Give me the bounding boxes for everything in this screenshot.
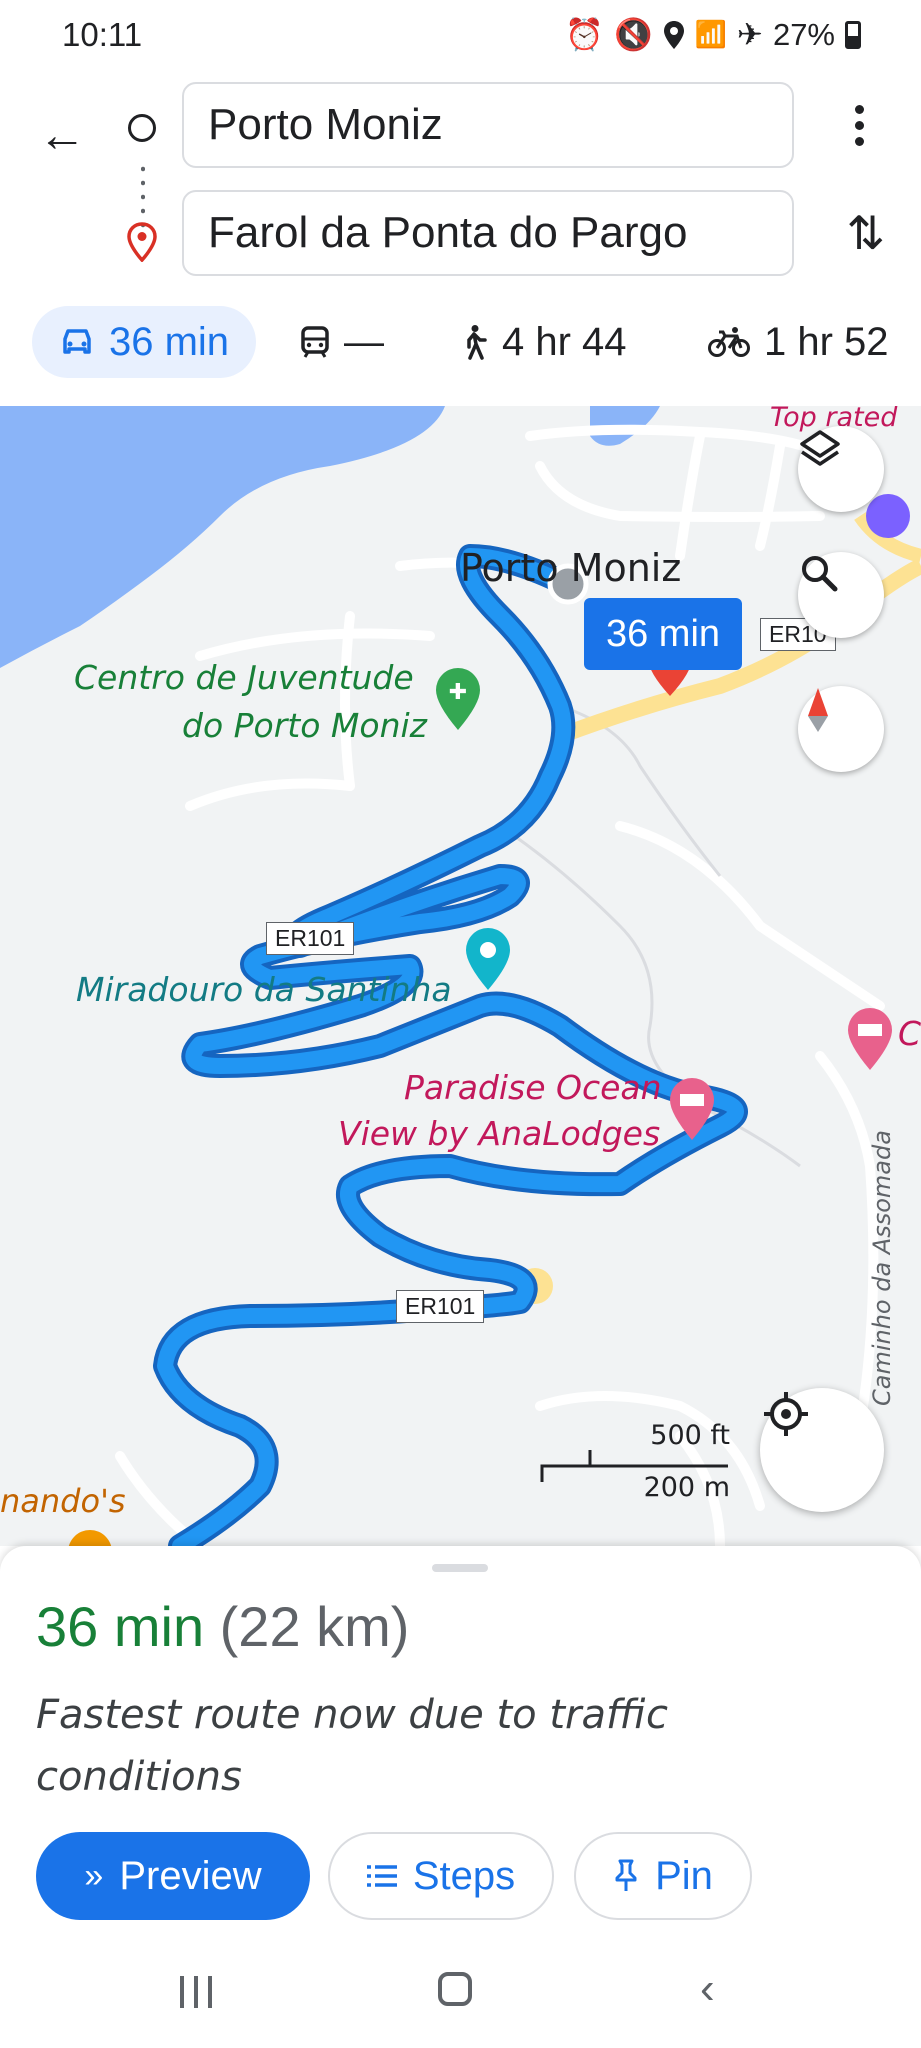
airplane-icon: ✈: [736, 16, 763, 52]
miradouro-poi-marker: [466, 928, 510, 990]
eta-time: 36 min: [36, 1595, 205, 1658]
centro-poi-marker: ✚: [436, 668, 480, 730]
my-location-icon: [764, 1392, 808, 1436]
road-shield-er101: ER101: [396, 1290, 485, 1323]
svg-text:✚: ✚: [449, 679, 467, 704]
compass-icon: [808, 688, 828, 732]
mode-walking-label: 4 hr 44: [502, 319, 627, 364]
route-eta: 36 min (22 km): [36, 1594, 409, 1659]
location-icon: [663, 20, 684, 49]
right-poi-label[interactable]: C: [898, 1014, 921, 1053]
directions-header: ← Porto Moniz Farol da Ponta do Pargo ⇅ …: [0, 72, 921, 412]
origin-input[interactable]: Porto Moniz: [182, 82, 794, 168]
car-icon: [63, 329, 91, 354]
mode-walking[interactable]: 4 hr 44: [460, 306, 627, 378]
mode-driving[interactable]: 36 min: [32, 306, 256, 378]
preview-chevrons-icon: »: [84, 1856, 104, 1895]
compass-button[interactable]: [798, 686, 884, 772]
list-icon: [366, 1865, 397, 1887]
paradise-ocean-label[interactable]: Paradise Ocean: [404, 1068, 662, 1107]
preview-label: Preview: [119, 1853, 262, 1898]
preview-button[interactable]: » Preview: [36, 1832, 310, 1920]
right-hotel-marker: [848, 1008, 892, 1070]
left-food-marker: [68, 1530, 112, 1546]
walk-icon: [467, 325, 487, 360]
battery-icon: [845, 20, 861, 49]
recent-apps-icon[interactable]: [180, 1976, 212, 2008]
search-icon: [802, 556, 838, 592]
paradise-ocean-label-2[interactable]: View by AnaLodges: [338, 1114, 660, 1153]
swap-directions-icon[interactable]: ⇅: [846, 206, 885, 260]
nav-back-icon[interactable]: ‹: [700, 1964, 715, 2014]
status-time: 10:11: [62, 16, 143, 53]
status-icons: ⏰ 🔇 📶 ✈ 27%: [565, 16, 861, 53]
mode-cycling-label: 1 hr 52: [764, 319, 889, 364]
more-options-icon[interactable]: [839, 98, 879, 168]
my-location-button[interactable]: [760, 1388, 884, 1512]
eta-distance: (22 km): [219, 1595, 410, 1658]
battery-percent: 27%: [772, 16, 835, 52]
centro-juventude-label[interactable]: Centro de Juventude: [74, 658, 414, 697]
sheet-drag-handle[interactable]: [432, 1564, 488, 1572]
mode-transit[interactable]: —: [300, 306, 384, 378]
alarm-icon: ⏰: [565, 17, 604, 52]
bike-icon: [708, 327, 750, 357]
destination-pin-icon: [127, 222, 157, 262]
steps-button[interactable]: Steps: [328, 1832, 554, 1920]
destination-input[interactable]: Farol da Ponta do Pargo: [182, 190, 794, 276]
mute-icon: 🔇: [613, 17, 653, 52]
layers-icon: [800, 430, 840, 466]
origin-circle-icon: [128, 114, 156, 142]
pin-button[interactable]: Pin: [574, 1832, 752, 1920]
gas-station-marker: [866, 494, 910, 538]
system-nav-bar: ‹: [0, 1936, 921, 2048]
mode-transit-label: —: [344, 319, 384, 364]
status-bar: 10:11 ⏰ 🔇 📶 ✈ 27%: [0, 0, 921, 72]
transit-icon: [301, 326, 329, 358]
travel-mode-tabs: 36 min — 4 hr 44 1 hr 52: [0, 306, 921, 402]
route-reason: Fastest route now due to traffic conditi…: [36, 1692, 668, 1800]
pin-icon: [615, 1859, 637, 1891]
map-scale: 500 ft 200 m: [540, 1420, 730, 1520]
mode-cycling[interactable]: 1 hr 52: [708, 306, 889, 378]
layers-button[interactable]: [798, 426, 884, 512]
pin-label: Pin: [655, 1853, 713, 1898]
home-icon[interactable]: [438, 1972, 472, 2006]
street-label: Caminho da Assomada: [868, 1130, 896, 1406]
porto-moniz-label[interactable]: Porto Moniz: [460, 546, 681, 590]
steps-label: Steps: [412, 1853, 516, 1898]
wifi-calling-icon: 📶: [694, 19, 727, 49]
road-shield-er101: ER101: [266, 922, 355, 955]
search-button[interactable]: [798, 552, 884, 638]
miradouro-label[interactable]: Miradouro da Santinha: [76, 970, 452, 1009]
left-edge-label[interactable]: nando's: [0, 1482, 126, 1520]
centro-juventude-label-2[interactable]: do Porto Moniz: [182, 706, 427, 745]
scale-meters: 200 m: [643, 1472, 730, 1503]
mode-driving-label: 36 min: [108, 319, 230, 364]
route-summary-sheet: 36 min (22 km) Fastest route now due to …: [0, 1546, 921, 1936]
route-duration-chip[interactable]: 36 min: [584, 598, 742, 670]
map-view[interactable]: ✚ Top rated Porto Moniz 36 min ER10 Cent…: [0, 406, 921, 1546]
back-arrow-icon[interactable]: ←: [32, 106, 92, 166]
